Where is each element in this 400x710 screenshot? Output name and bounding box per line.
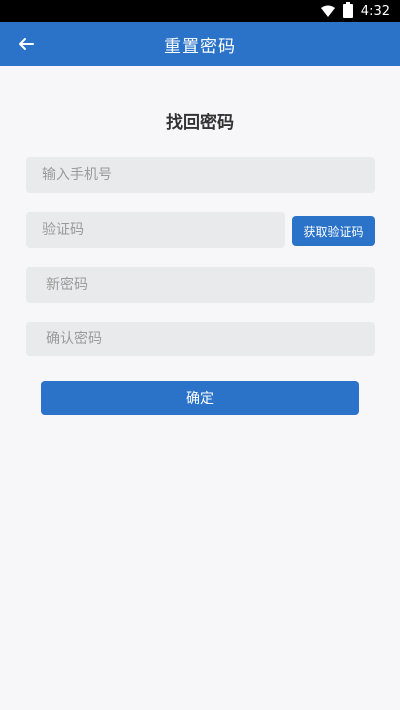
verification-code-input[interactable] bbox=[26, 212, 285, 248]
phone-input[interactable] bbox=[26, 157, 375, 193]
new-password-input[interactable] bbox=[26, 267, 375, 303]
app-bar: 重置密码 bbox=[0, 22, 400, 66]
battery-icon bbox=[342, 2, 353, 18]
page-title: 重置密码 bbox=[164, 36, 236, 57]
confirm-button[interactable]: 确定 bbox=[41, 381, 359, 415]
get-code-button[interactable]: 获取验证码 bbox=[292, 216, 375, 246]
status-time: 4:32 bbox=[360, 3, 390, 19]
status-bar: 4:32 bbox=[0, 0, 400, 22]
confirm-password-input[interactable] bbox=[26, 322, 375, 356]
arrow-left-icon bbox=[19, 38, 34, 50]
back-button[interactable] bbox=[12, 30, 40, 58]
wifi-icon bbox=[320, 5, 335, 17]
form-heading: 找回密码 bbox=[166, 113, 234, 133]
